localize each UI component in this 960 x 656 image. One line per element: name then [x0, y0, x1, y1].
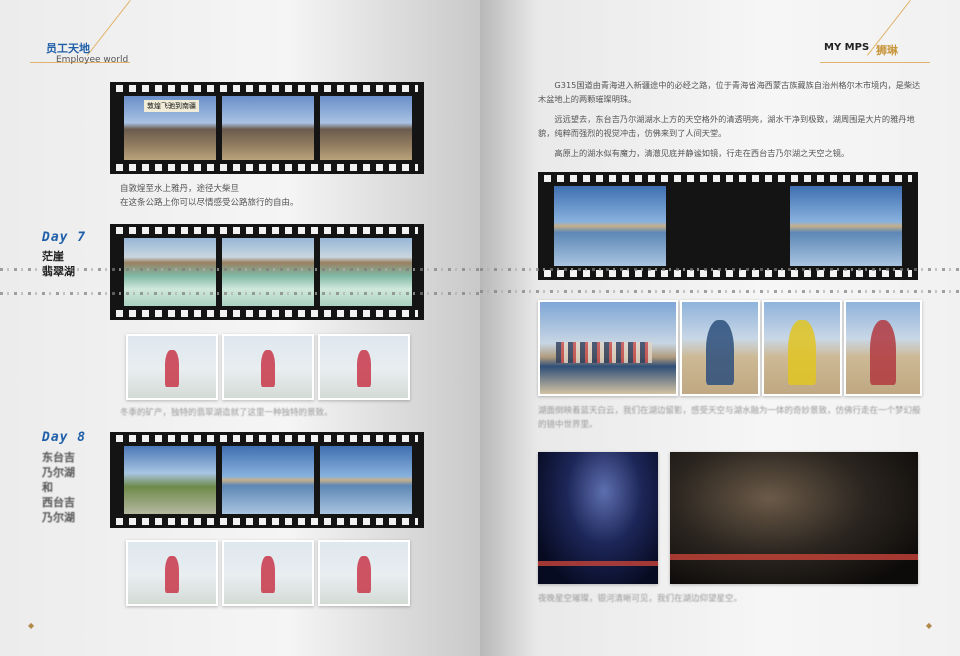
- day-8-place: 东台吉 乃尔湖 和 西台吉 乃尔湖: [42, 450, 82, 525]
- header-diagonal: [86, 0, 131, 56]
- photo-girl-salt-3: [318, 540, 410, 606]
- paragraph-3: 高原上的湖水似有魔力，清澈见底并静谧如镜，行走在西台吉乃尔湖之天空之镜。: [554, 148, 850, 158]
- photo-mirror-lake-3: [790, 186, 902, 266]
- left-page: 员工天地 Employee world 敦煌飞驰到南疆 自敦煌至水上雅丹，途径大…: [0, 0, 480, 656]
- scan-artifact: [0, 268, 480, 271]
- film-holes: [116, 85, 418, 92]
- photo-mountain-road: 敦煌飞驰到南疆: [124, 96, 216, 160]
- place-line: 乃尔湖: [42, 511, 75, 524]
- film-holes: [116, 164, 418, 171]
- film-holes: [116, 435, 418, 442]
- paragraph-2: 远远望去，东台吉乃尔湖湖水上方的天空格外的清透明亮，湖水干净到极致，湖周围是大片…: [538, 114, 915, 138]
- scan-artifact: [480, 290, 960, 293]
- magazine-brand-cn: 狮琳: [876, 44, 898, 57]
- photo-milky-way-2: [670, 452, 918, 584]
- photo-emerald-lake-1: [124, 238, 216, 306]
- caption-night: 夜晚星空璀璨，银河清晰可见，我们在湖边仰望星空。: [538, 594, 743, 604]
- photo-lake-horizon: [222, 446, 314, 514]
- film-holes: [544, 270, 912, 277]
- photo-portrait-2: [762, 300, 842, 396]
- film-holes: [116, 310, 418, 317]
- caption-mountains-1: 自敦煌至水上雅丹，途径大柴旦: [120, 184, 240, 194]
- photo-emerald-lake-2: [222, 238, 314, 306]
- scan-artifact: [480, 268, 960, 271]
- photo-lake-grassland: [124, 446, 216, 514]
- photo-girl-salt-1: [126, 540, 218, 606]
- photo-lake-reflection: [320, 446, 412, 514]
- photo-emerald-lake-3: [320, 238, 412, 306]
- place-line: 和: [42, 481, 53, 494]
- place-line: 东台吉: [42, 451, 75, 464]
- film-strip-mirror-lake: [538, 172, 918, 280]
- photo-mirror-lake-1: [554, 186, 666, 266]
- photo-jump-salt-lake: [222, 334, 314, 400]
- photo-mountain-ridge: [320, 96, 412, 160]
- film-strip-lakes: [110, 432, 424, 528]
- photo-group-salt-lake: [126, 334, 218, 400]
- place-line: 茫崖: [42, 250, 64, 263]
- film-holes: [116, 227, 418, 234]
- paragraph-1: G315国道由青海进入新疆途中的必经之路，位于青海省海西蒙古族藏族自治州格尔木市…: [538, 80, 921, 104]
- photo-stamp: 敦煌飞驰到南疆: [144, 100, 199, 112]
- scan-artifact: [0, 292, 480, 295]
- caption-emerald-lake: 冬季的矿产，独特的翡翠湖造就了这里一种独特的景致。: [120, 408, 333, 418]
- day-7-label: Day 7: [42, 230, 87, 245]
- film-holes: [544, 175, 912, 182]
- magazine-brand: MY MPS: [824, 42, 870, 53]
- film-holes: [116, 518, 418, 525]
- place-line: 乃尔湖: [42, 466, 75, 479]
- photo-milky-way-1: [538, 452, 658, 584]
- place-line: 翡翠湖: [42, 265, 75, 278]
- photo-girl-salt-2: [222, 540, 314, 606]
- photo-portrait-1: [680, 300, 760, 396]
- day-7-place: 茫崖 翡翠湖: [42, 249, 82, 279]
- day-8-label: Day 8: [42, 430, 87, 445]
- caption-lakeside: 湖面倒映着蓝天白云，我们在湖边留影，感受天空与湖水融为一体的奇妙景致，仿佛行走在…: [538, 406, 921, 430]
- photo-mountain-valley: [222, 96, 314, 160]
- place-line: 西台吉: [42, 496, 75, 509]
- caption-mountains-2: 在这条公路上你可以尽情感受公路旅行的自由。: [120, 198, 299, 208]
- photo-portrait-salt-lake: [318, 334, 410, 400]
- page-ornament: ◆: [28, 621, 35, 630]
- header-rule: [820, 62, 930, 63]
- section-subtitle: Employee world: [56, 55, 129, 65]
- right-page: MY MPS 狮琳 G315国道由青海进入新疆途中的必经之路，位于青海省海西蒙古…: [480, 0, 960, 656]
- film-strip-mountains: 敦煌飞驰到南疆: [110, 82, 424, 174]
- photo-portrait-3: [844, 300, 922, 396]
- photo-group-lakeside: [538, 300, 678, 396]
- section-title: 员工天地: [46, 42, 90, 55]
- film-strip-emerald-lake: [110, 224, 424, 320]
- page-ornament: ◆: [925, 621, 932, 630]
